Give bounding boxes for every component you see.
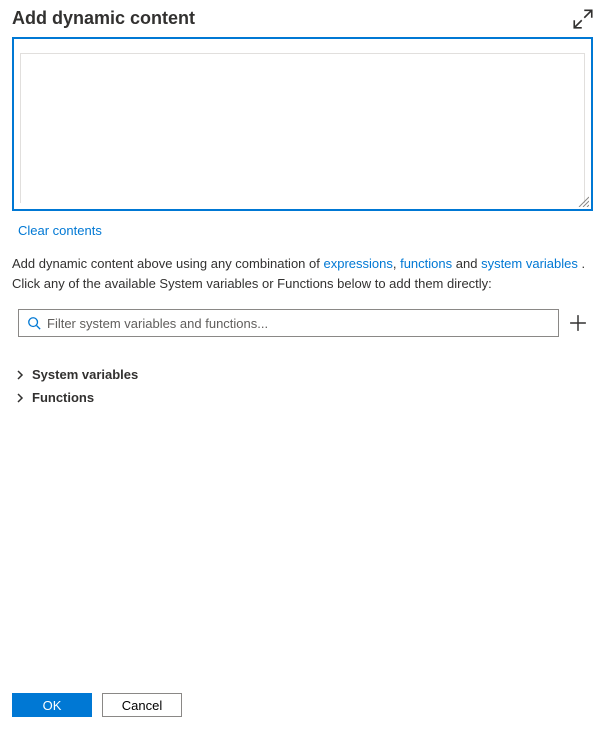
search-field-wrap — [18, 309, 559, 337]
cancel-button[interactable]: Cancel — [102, 693, 182, 717]
filter-input[interactable] — [47, 316, 550, 331]
chevron-right-icon — [14, 369, 26, 381]
expression-editor[interactable] — [21, 54, 584, 203]
plus-icon — [569, 314, 587, 332]
expression-editor-container — [12, 37, 593, 211]
tree-label-system-variables: System variables — [32, 367, 138, 382]
helper-prefix: Add dynamic content above using any comb… — [12, 256, 323, 271]
search-row — [18, 309, 587, 337]
link-functions[interactable]: functions — [400, 256, 452, 271]
panel-title: Add dynamic content — [12, 8, 195, 29]
panel-footer: OK Cancel — [0, 681, 605, 729]
add-button[interactable] — [569, 314, 587, 332]
chevron-right-icon — [14, 392, 26, 404]
panel-header: Add dynamic content — [12, 8, 593, 29]
link-system-variables[interactable]: system variables — [481, 256, 578, 271]
tree-item-functions[interactable]: Functions — [14, 386, 593, 409]
link-expressions[interactable]: expressions — [323, 256, 392, 271]
expand-icon[interactable] — [573, 9, 593, 29]
search-icon — [27, 316, 41, 330]
helper-text: Add dynamic content above using any comb… — [12, 254, 593, 293]
tree-item-system-variables[interactable]: System variables — [14, 363, 593, 386]
clear-contents-link[interactable]: Clear contents — [18, 223, 593, 238]
ok-button[interactable]: OK — [12, 693, 92, 717]
tree-label-functions: Functions — [32, 390, 94, 405]
add-dynamic-content-panel: Add dynamic content Clear contents Add d… — [0, 0, 605, 681]
